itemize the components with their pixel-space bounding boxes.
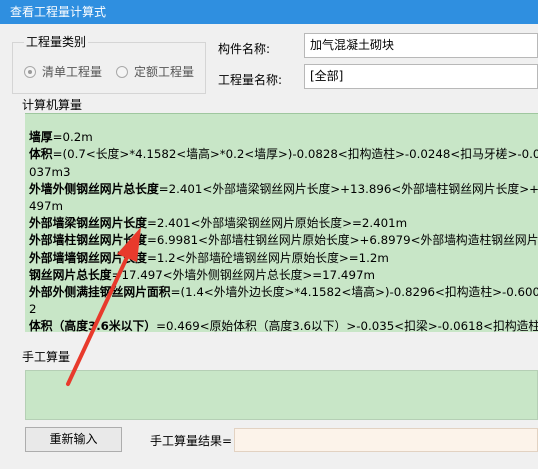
annotation-arrow <box>66 227 141 386</box>
arrow-shaft <box>66 251 131 386</box>
arrow-head-icon <box>117 227 141 262</box>
